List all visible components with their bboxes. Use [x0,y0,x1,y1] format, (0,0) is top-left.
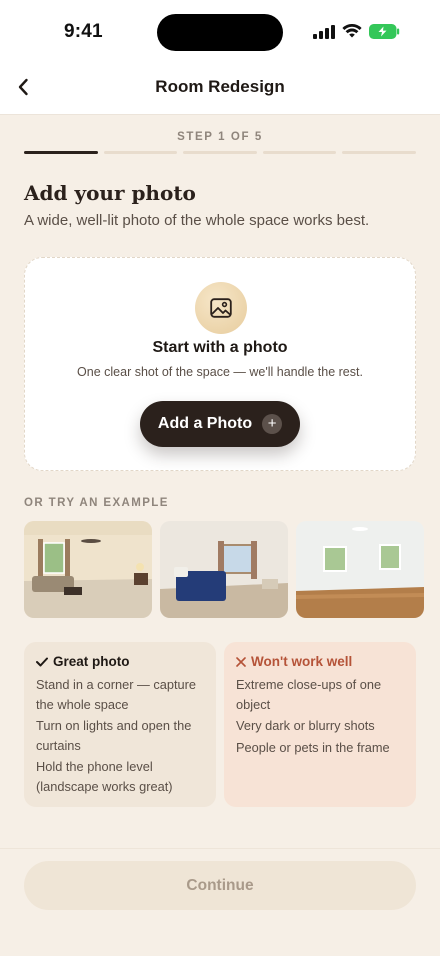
tip-item: People or pets in the frame [236,739,390,755]
add-photo-button[interactable]: Add a Photo + [140,401,300,447]
footer-divider [0,848,440,849]
image-icon [195,282,247,334]
section-subtitle: A wide, well-lit photo of the whole spac… [24,212,370,229]
signal-icon [313,24,335,44]
tip-item: Stand in a corner — capture the whole sp… [36,677,197,712]
tip-item: Extreme close-ups of one object [236,677,382,712]
examples-label: OR TRY AN EXAMPLE [24,497,169,509]
section-title: Add your photo [24,181,196,205]
add-photo-label: Add a Photo [157,415,253,432]
examples-carousel[interactable] [24,521,440,618]
wifi-icon [342,23,362,44]
example-living-room[interactable] [24,521,152,618]
battery-icon [369,24,400,44]
x-icon [236,656,246,667]
bad-tips-heading: Won't work well [236,654,404,669]
status-bar: 9:41 [0,0,440,64]
status-time: 9:41 [64,21,103,42]
good-photo-tips: Great photo Stand in a corner — capture … [24,642,216,807]
step-progress [24,151,416,155]
example-bedroom[interactable] [160,521,288,618]
step-bar-5 [342,151,416,154]
upload-dropzone[interactable]: Start with a photo One clear shot of the… [24,257,416,471]
tip-item: Very dark or blurry shots [236,718,375,733]
bad-photo-tips: Won't work well Extreme close-ups of one… [224,642,416,807]
dynamic-island [157,14,283,51]
step-bar-1 [24,151,98,154]
continue-button[interactable]: Continue [24,861,416,910]
step-bar-3 [183,151,257,154]
upload-title: Start with a photo [152,339,288,356]
good-tips-title: Great photo [53,654,130,669]
tip-item: Turn on lights and open the curtains [36,718,192,753]
check-icon [36,657,48,666]
tip-item: Hold the phone level (landscape works gr… [36,759,173,794]
step-bar-4 [262,151,337,154]
step-label: STEP 1 OF 5 [177,131,263,143]
status-icons [313,23,400,44]
good-tips-heading: Great photo [36,654,204,669]
page-title: Room Redesign [155,77,285,96]
example-empty-room[interactable] [296,521,424,618]
nav-header: Room Redesign [0,64,440,115]
step-bar-2 [103,151,178,154]
plus-icon: + [262,414,283,434]
upload-description: One clear shot of the space — we'll hand… [77,365,363,379]
bad-tips-title: Won't work well [251,654,353,669]
